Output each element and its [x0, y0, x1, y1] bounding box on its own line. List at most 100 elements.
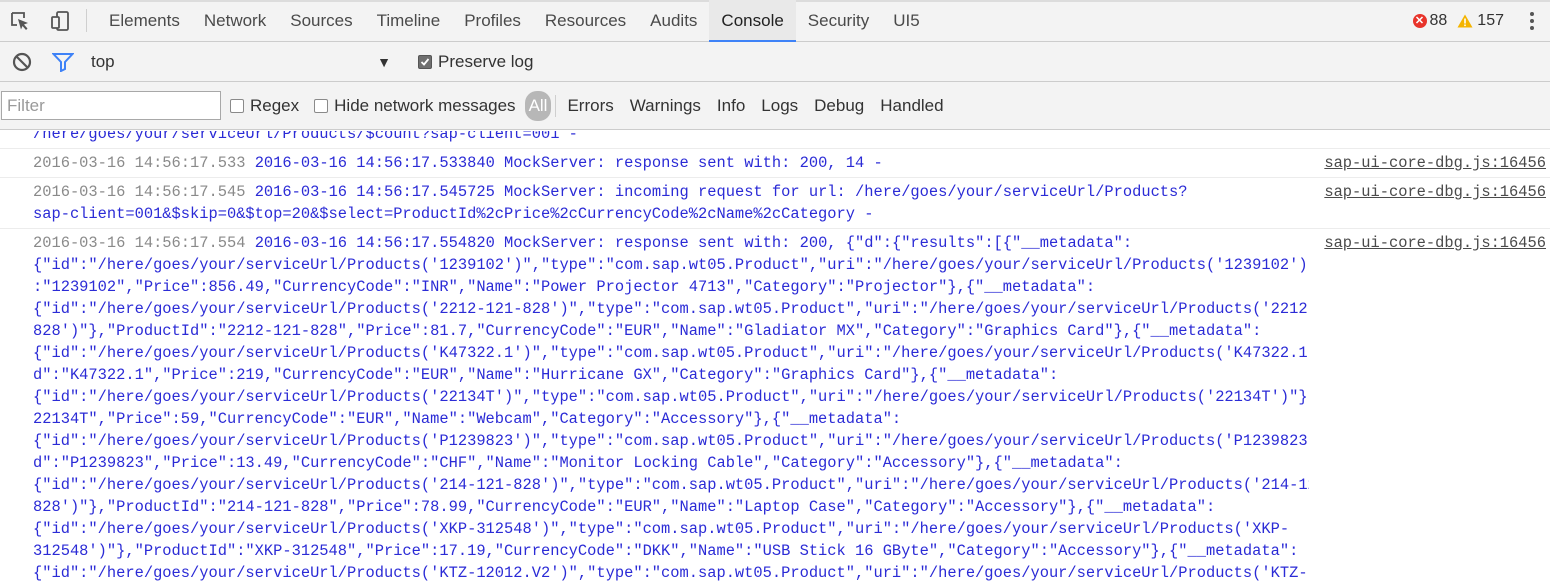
message-line-text: 312548')"},"ProductId":"XKP-312548","Pri… — [33, 542, 1299, 560]
message-line-text: d":"K47322.1","Price":219,"CurrencyCode"… — [33, 366, 1059, 384]
message-line-text: {"id":"/here/goes/your/serviceUrl/Produc… — [33, 256, 1309, 274]
console-counters: ✕ 88 157 — [1412, 0, 1515, 41]
tab-security[interactable]: Security — [796, 0, 881, 41]
hide-network-option[interactable]: Hide network messages — [314, 95, 516, 116]
message-line: 22134T","Price":59,"CurrencyCode":"EUR",… — [33, 408, 1309, 430]
message-line: /here/goes/your/serviceUrl/Products/$cou… — [33, 131, 1309, 145]
message-line: 2016-03-16 14:56:17.533 2016-03-16 14:56… — [33, 152, 1309, 174]
message-line-text: {"id":"/here/goes/your/serviceUrl/Produc… — [33, 476, 1309, 494]
tab-profiles[interactable]: Profiles — [452, 0, 533, 41]
execution-context-select[interactable]: top ▼ — [91, 52, 391, 72]
level-filter-debug[interactable]: Debug — [806, 96, 872, 116]
message-line-text: {"id":"/here/goes/your/serviceUrl/Produc… — [33, 520, 1290, 538]
tab-ui5[interactable]: UI5 — [881, 0, 931, 41]
console-message: 2016-03-16 14:56:17.533 2016-03-16 14:56… — [0, 149, 1550, 178]
inspect-element-icon[interactable] — [0, 0, 40, 41]
tab-elements[interactable]: Elements — [97, 0, 192, 41]
message-line: d":"P1239823","Price":13.49,"CurrencyCod… — [33, 452, 1309, 474]
message-source-link[interactable]: sap-ui-core-dbg.js:16456 — [1324, 152, 1546, 174]
console-filter-bar: Regex Hide network messages All ErrorsWar… — [0, 82, 1550, 130]
hide-network-checkbox[interactable] — [314, 98, 329, 113]
preserve-log-option[interactable]: Preserve log — [418, 52, 533, 72]
more-options-icon[interactable] — [1514, 0, 1550, 41]
message-source-link[interactable]: sap-ui-core-dbg.js:16456 — [1324, 232, 1546, 254]
message-line-text: 2016-03-16 14:56:17.554820 MockServer: r… — [254, 234, 1133, 252]
console-messages[interactable]: /here/goes/your/serviceUrl/Products/$cou… — [0, 131, 1550, 585]
message-line: {"id":"/here/goes/your/serviceUrl/Produc… — [33, 298, 1309, 320]
tab-resources[interactable]: Resources — [533, 0, 638, 41]
message-line: 2016-03-16 14:56:17.554 2016-03-16 14:56… — [33, 232, 1309, 254]
tab-console[interactable]: Console — [709, 0, 797, 42]
message-text: 2016-03-16 14:56:17.545 2016-03-16 14:56… — [33, 181, 1309, 225]
regex-option[interactable]: Regex — [230, 96, 299, 116]
message-timestamp: 2016-03-16 14:56:17.545 — [33, 183, 246, 201]
message-line-text: sap-client=001&$skip=0&$top=20&$select=P… — [33, 205, 874, 223]
warning-count: 157 — [1477, 11, 1504, 29]
message-line-text: {"id":"/here/goes/your/serviceUrl/Produc… — [33, 300, 1309, 318]
warning-icon — [1457, 14, 1473, 27]
message-line-text: 22134T","Price":59,"CurrencyCode":"EUR",… — [33, 410, 902, 428]
message-line: :"1239102","Price":856.49,"CurrencyCode"… — [33, 276, 1309, 298]
tab-network[interactable]: Network — [192, 0, 278, 41]
tab-sources[interactable]: Sources — [278, 0, 364, 41]
message-line: d":"K47322.1","Price":219,"CurrencyCode"… — [33, 364, 1309, 386]
console-message: 2016-03-16 14:56:17.545 2016-03-16 14:56… — [0, 178, 1550, 229]
message-text: /here/goes/your/serviceUrl/Products/$cou… — [33, 131, 1309, 145]
level-filter-warnings[interactable]: Warnings — [622, 96, 709, 116]
message-line-text: 828')"},"ProductId":"2212-121-828","Pric… — [33, 322, 1262, 340]
message-text: 2016-03-16 14:56:17.533 2016-03-16 14:56… — [33, 152, 1309, 174]
message-timestamp: 2016-03-16 14:56:17.533 — [33, 154, 246, 172]
message-line-text: d":"P1239823","Price":13.49,"CurrencyCod… — [33, 454, 1123, 472]
message-line: {"id":"/here/goes/your/serviceUrl/Produc… — [33, 518, 1309, 540]
device-mode-icon[interactable] — [40, 0, 80, 41]
message-text: 2016-03-16 14:56:17.554 2016-03-16 14:56… — [33, 232, 1309, 584]
message-line-text: 2016-03-16 14:56:17.545725 MockServer: i… — [254, 183, 1188, 201]
message-source-link[interactable]: sap-ui-core-dbg.js:16456 — [1324, 181, 1546, 203]
message-line: {"id":"/here/goes/your/serviceUrl/Produc… — [33, 562, 1309, 584]
level-filter-handled[interactable]: Handled — [872, 96, 951, 116]
message-line-text: {"id":"/here/goes/your/serviceUrl/Produc… — [33, 432, 1309, 450]
warning-counter[interactable]: 157 — [1457, 12, 1504, 30]
regex-checkbox[interactable] — [230, 98, 244, 113]
level-filter-all[interactable]: All — [524, 90, 552, 121]
message-line: 828')"},"ProductId":"214-121-828","Price… — [33, 496, 1309, 518]
level-filter-logs[interactable]: Logs — [753, 96, 806, 116]
message-line: 312548')"},"ProductId":"XKP-312548","Pri… — [33, 540, 1309, 562]
hide-network-label: Hide network messages — [334, 95, 516, 115]
message-line: {"id":"/here/goes/your/serviceUrl/Produc… — [33, 474, 1309, 496]
filter-input[interactable] — [1, 91, 221, 120]
message-line: sap-client=001&$skip=0&$top=20&$select=P… — [33, 203, 1309, 225]
console-message: 2016-03-16 14:56:17.554 2016-03-16 14:56… — [0, 229, 1550, 585]
tab-timeline[interactable]: Timeline — [365, 0, 453, 41]
message-line: {"id":"/here/goes/your/serviceUrl/Produc… — [33, 254, 1309, 276]
filter-icon[interactable] — [52, 51, 74, 73]
message-line-text: 2016-03-16 14:56:17.533840 MockServer: r… — [254, 154, 883, 172]
preserve-log-checkbox[interactable] — [418, 54, 432, 69]
message-line: {"id":"/here/goes/your/serviceUrl/Produc… — [33, 430, 1309, 452]
level-filter-errors[interactable]: Errors — [559, 96, 621, 116]
level-filter-info[interactable]: Info — [709, 96, 753, 116]
message-timestamp: 2016-03-16 14:56:17.554 — [33, 234, 246, 252]
context-value: top — [91, 51, 115, 71]
message-line-text: {"id":"/here/goes/your/serviceUrl/Produc… — [33, 564, 1308, 582]
message-line-text: {"id":"/here/goes/your/serviceUrl/Produc… — [33, 388, 1309, 406]
message-line: 828')"},"ProductId":"2212-121-828","Pric… — [33, 320, 1309, 342]
message-line-text: {"id":"/here/goes/your/serviceUrl/Produc… — [33, 344, 1309, 362]
tab-audits[interactable]: Audits — [638, 0, 709, 41]
regex-label: Regex — [250, 95, 300, 115]
message-line-text: :"1239102","Price":856.49,"CurrencyCode"… — [33, 278, 1096, 296]
clear-console-icon[interactable] — [11, 51, 33, 73]
devtools-tab-bar: Elements Network Sources Timeline Profiles Re… — [0, 0, 1550, 42]
message-line-text: 828')"},"ProductId":"214-121-828","Price… — [33, 498, 1216, 516]
message-line: {"id":"/here/goes/your/serviceUrl/Produc… — [33, 386, 1309, 408]
dropdown-arrow-icon: ▼ — [377, 53, 391, 70]
preserve-log-label: Preserve log — [438, 51, 534, 71]
console-toolbar: top ▼ Preserve log — [0, 42, 1550, 82]
toolbar-divider — [86, 9, 87, 32]
error-counter[interactable]: ✕ 88 — [1412, 12, 1447, 30]
log-level-filters: All Errors Warnings Info Logs Debug Handled — [524, 90, 952, 121]
console-message: /here/goes/your/serviceUrl/Products/$cou… — [0, 131, 1550, 149]
level-divider — [555, 94, 557, 117]
error-icon: ✕ — [1412, 13, 1427, 28]
panel-tabs: Elements Network Sources Timeline Profiles Re… — [97, 0, 932, 42]
